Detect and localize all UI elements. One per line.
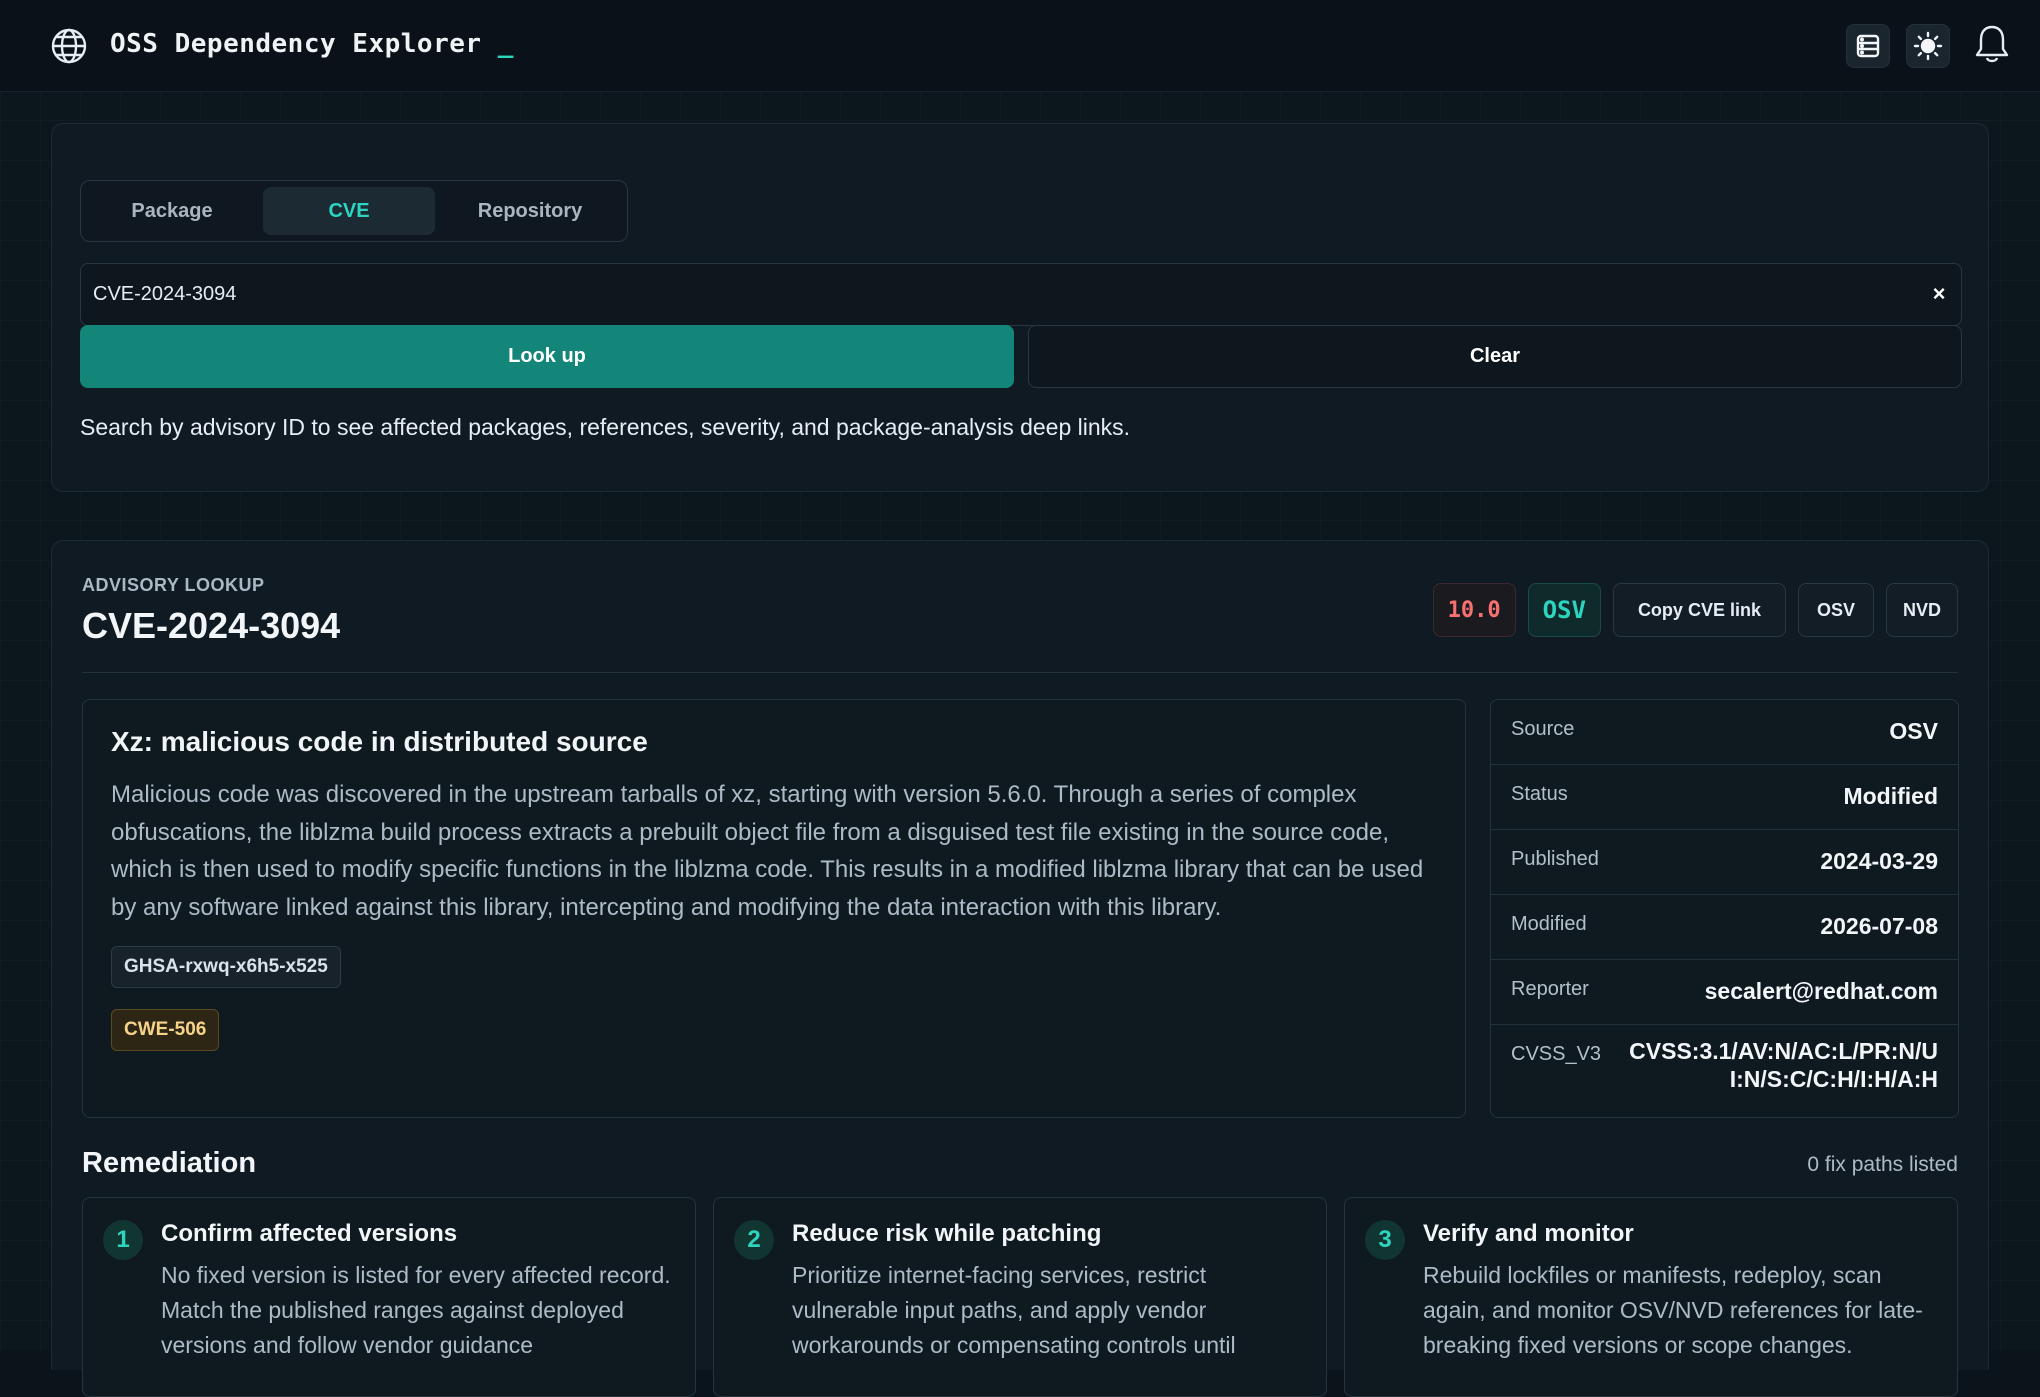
search-mode-tabs: Package CVE Repository: [80, 180, 628, 242]
clear-input-icon[interactable]: ×: [1925, 280, 1953, 308]
app-title-text: OSS Dependency Explorer: [110, 29, 482, 59]
database-icon: [1856, 34, 1880, 58]
severity-score-badge: 10.0: [1432, 583, 1516, 637]
meta-value: 2026-07-08: [1820, 913, 1938, 939]
advisory-metadata: Source OSV Status Modified Published 202…: [1490, 699, 1959, 1118]
app-title: OSS Dependency Explorer _: [110, 29, 514, 59]
meta-row-modified: Modified 2026-07-08: [1491, 895, 1958, 960]
advisory-panel: ADVISORY LOOKUP CVE-2024-3094 10.0 OSV C…: [51, 540, 1989, 1397]
search-hint: Search by advisory ID to see affected pa…: [80, 414, 1131, 440]
nvd-link-button[interactable]: NVD: [1885, 583, 1958, 637]
step-text: Prioritize internet-facing services, res…: [792, 1262, 1236, 1358]
advisory-id: CVE-2024-3094: [82, 605, 341, 646]
meta-row-reporter: Reporter secalert@redhat.com: [1491, 960, 1958, 1025]
alias-tag[interactable]: GHSA-rxwq-x6h5-x525: [111, 946, 341, 988]
step-text: No fixed version is listed for every aff…: [161, 1262, 671, 1358]
divider: [82, 672, 1958, 673]
remediation-step: 2 Reduce risk while patching Prioritize …: [713, 1197, 1327, 1397]
sun-icon: [1913, 31, 1943, 61]
meta-key: Reporter: [1511, 978, 1589, 1000]
meta-key: Status: [1511, 783, 1568, 805]
remediation-title: Remediation: [82, 1147, 257, 1179]
fix-path-count: 0 fix paths listed: [1807, 1153, 1958, 1176]
meta-row-source: Source OSV: [1491, 700, 1958, 765]
meta-row-cvss: CVSS_V3 CVSS:3.1/AV:N/AC:L/PR:N/UI:N/S:C…: [1491, 1025, 1958, 1114]
meta-key: CVSS_V3: [1511, 1043, 1602, 1065]
meta-key: Published: [1511, 848, 1599, 870]
search-field: ×: [80, 263, 1962, 326]
step-number: 1: [103, 1220, 143, 1260]
meta-key: Source: [1511, 718, 1575, 740]
tab-package[interactable]: Package: [87, 187, 257, 235]
theme-toggle-button[interactable]: [1906, 24, 1950, 68]
osv-link-button[interactable]: OSV: [1797, 583, 1874, 637]
cwe-tag[interactable]: CWE-506: [111, 1009, 220, 1051]
title-cursor: _: [497, 29, 514, 59]
remediation-step: 3 Verify and monitor Rebuild lockfiles o…: [1344, 1197, 1958, 1397]
search-input[interactable]: [93, 264, 1913, 325]
step-number: 3: [1365, 1220, 1405, 1260]
search-panel: Package CVE Repository × Look up Clear S…: [51, 123, 1989, 492]
summary-title: Xz: malicious code in distributed source: [111, 726, 648, 757]
meta-value: secalert@redhat.com: [1704, 978, 1938, 1004]
remediation-step: 1 Confirm affected versions No fixed ver…: [82, 1197, 696, 1397]
meta-value: OSV: [1889, 718, 1938, 744]
source-badge: OSV: [1527, 583, 1601, 637]
meta-value: CVSS:3.1/AV:N/AC:L/PR:N/UI:N/S:C/C:H/I:H…: [1629, 1038, 1938, 1092]
lookup-button[interactable]: Look up: [80, 325, 1014, 388]
summary-text: Malicious code was discovered in the ups…: [111, 781, 1424, 921]
step-title: Reduce risk while patching: [792, 1220, 1102, 1247]
globe-icon: [51, 28, 87, 64]
advisory-kicker: ADVISORY LOOKUP: [82, 575, 265, 595]
meta-value: Modified: [1843, 783, 1938, 809]
bell-icon[interactable]: [1972, 22, 2012, 66]
top-bar: OSS Dependency Explorer _: [0, 0, 2040, 92]
meta-row-published: Published 2024-03-29: [1491, 830, 1958, 895]
clear-button[interactable]: Clear: [1028, 325, 1962, 388]
tab-repository[interactable]: Repository: [441, 187, 619, 235]
advisory-actions: 10.0 OSV Copy CVE link OSV NVD: [1432, 583, 1958, 637]
meta-value: 2024-03-29: [1820, 848, 1938, 874]
copy-cve-link-button[interactable]: Copy CVE link: [1612, 583, 1786, 637]
step-number: 2: [734, 1220, 774, 1260]
step-title: Verify and monitor: [1423, 1220, 1634, 1247]
step-text: Rebuild lockfiles or manifests, redeploy…: [1423, 1262, 1923, 1358]
meta-key: Modified: [1511, 913, 1587, 935]
step-title: Confirm affected versions: [161, 1220, 458, 1247]
advisory-summary: Xz: malicious code in distributed source…: [82, 699, 1466, 1118]
database-button[interactable]: [1846, 24, 1890, 68]
tab-cve[interactable]: CVE: [263, 187, 435, 235]
meta-row-status: Status Modified: [1491, 765, 1958, 830]
